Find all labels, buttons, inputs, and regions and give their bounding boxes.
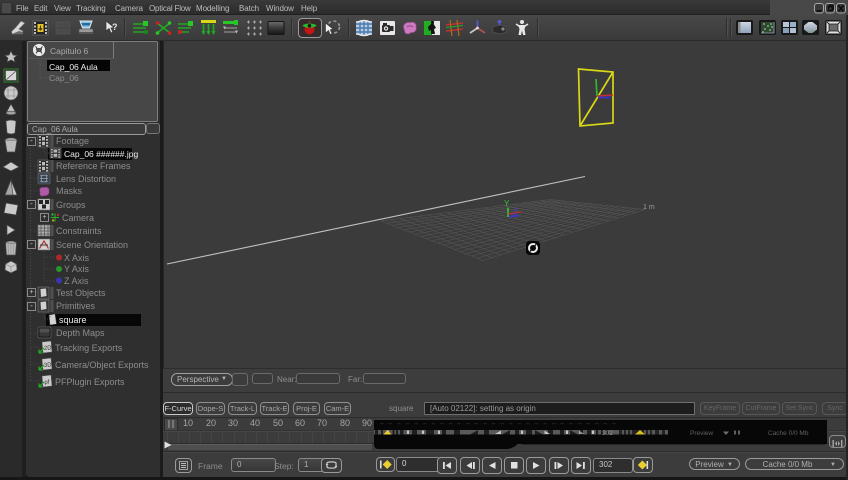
svg-text:Z: Z	[513, 209, 518, 216]
svg-text:Cache 0/0 Mb: Cache 0/0 Mb	[768, 430, 809, 437]
svg-text:pf: pf	[44, 380, 50, 386]
svg-text:Y: Y	[504, 199, 510, 208]
svg-text:302: 302	[602, 430, 613, 437]
svg-text:1 m: 1 m	[643, 204, 655, 211]
svg-text:3D: 3D	[44, 362, 53, 369]
svg-text:Preview: Preview	[690, 430, 713, 437]
svg-text:?: ?	[112, 22, 118, 32]
svg-text:2D: 2D	[44, 345, 53, 352]
